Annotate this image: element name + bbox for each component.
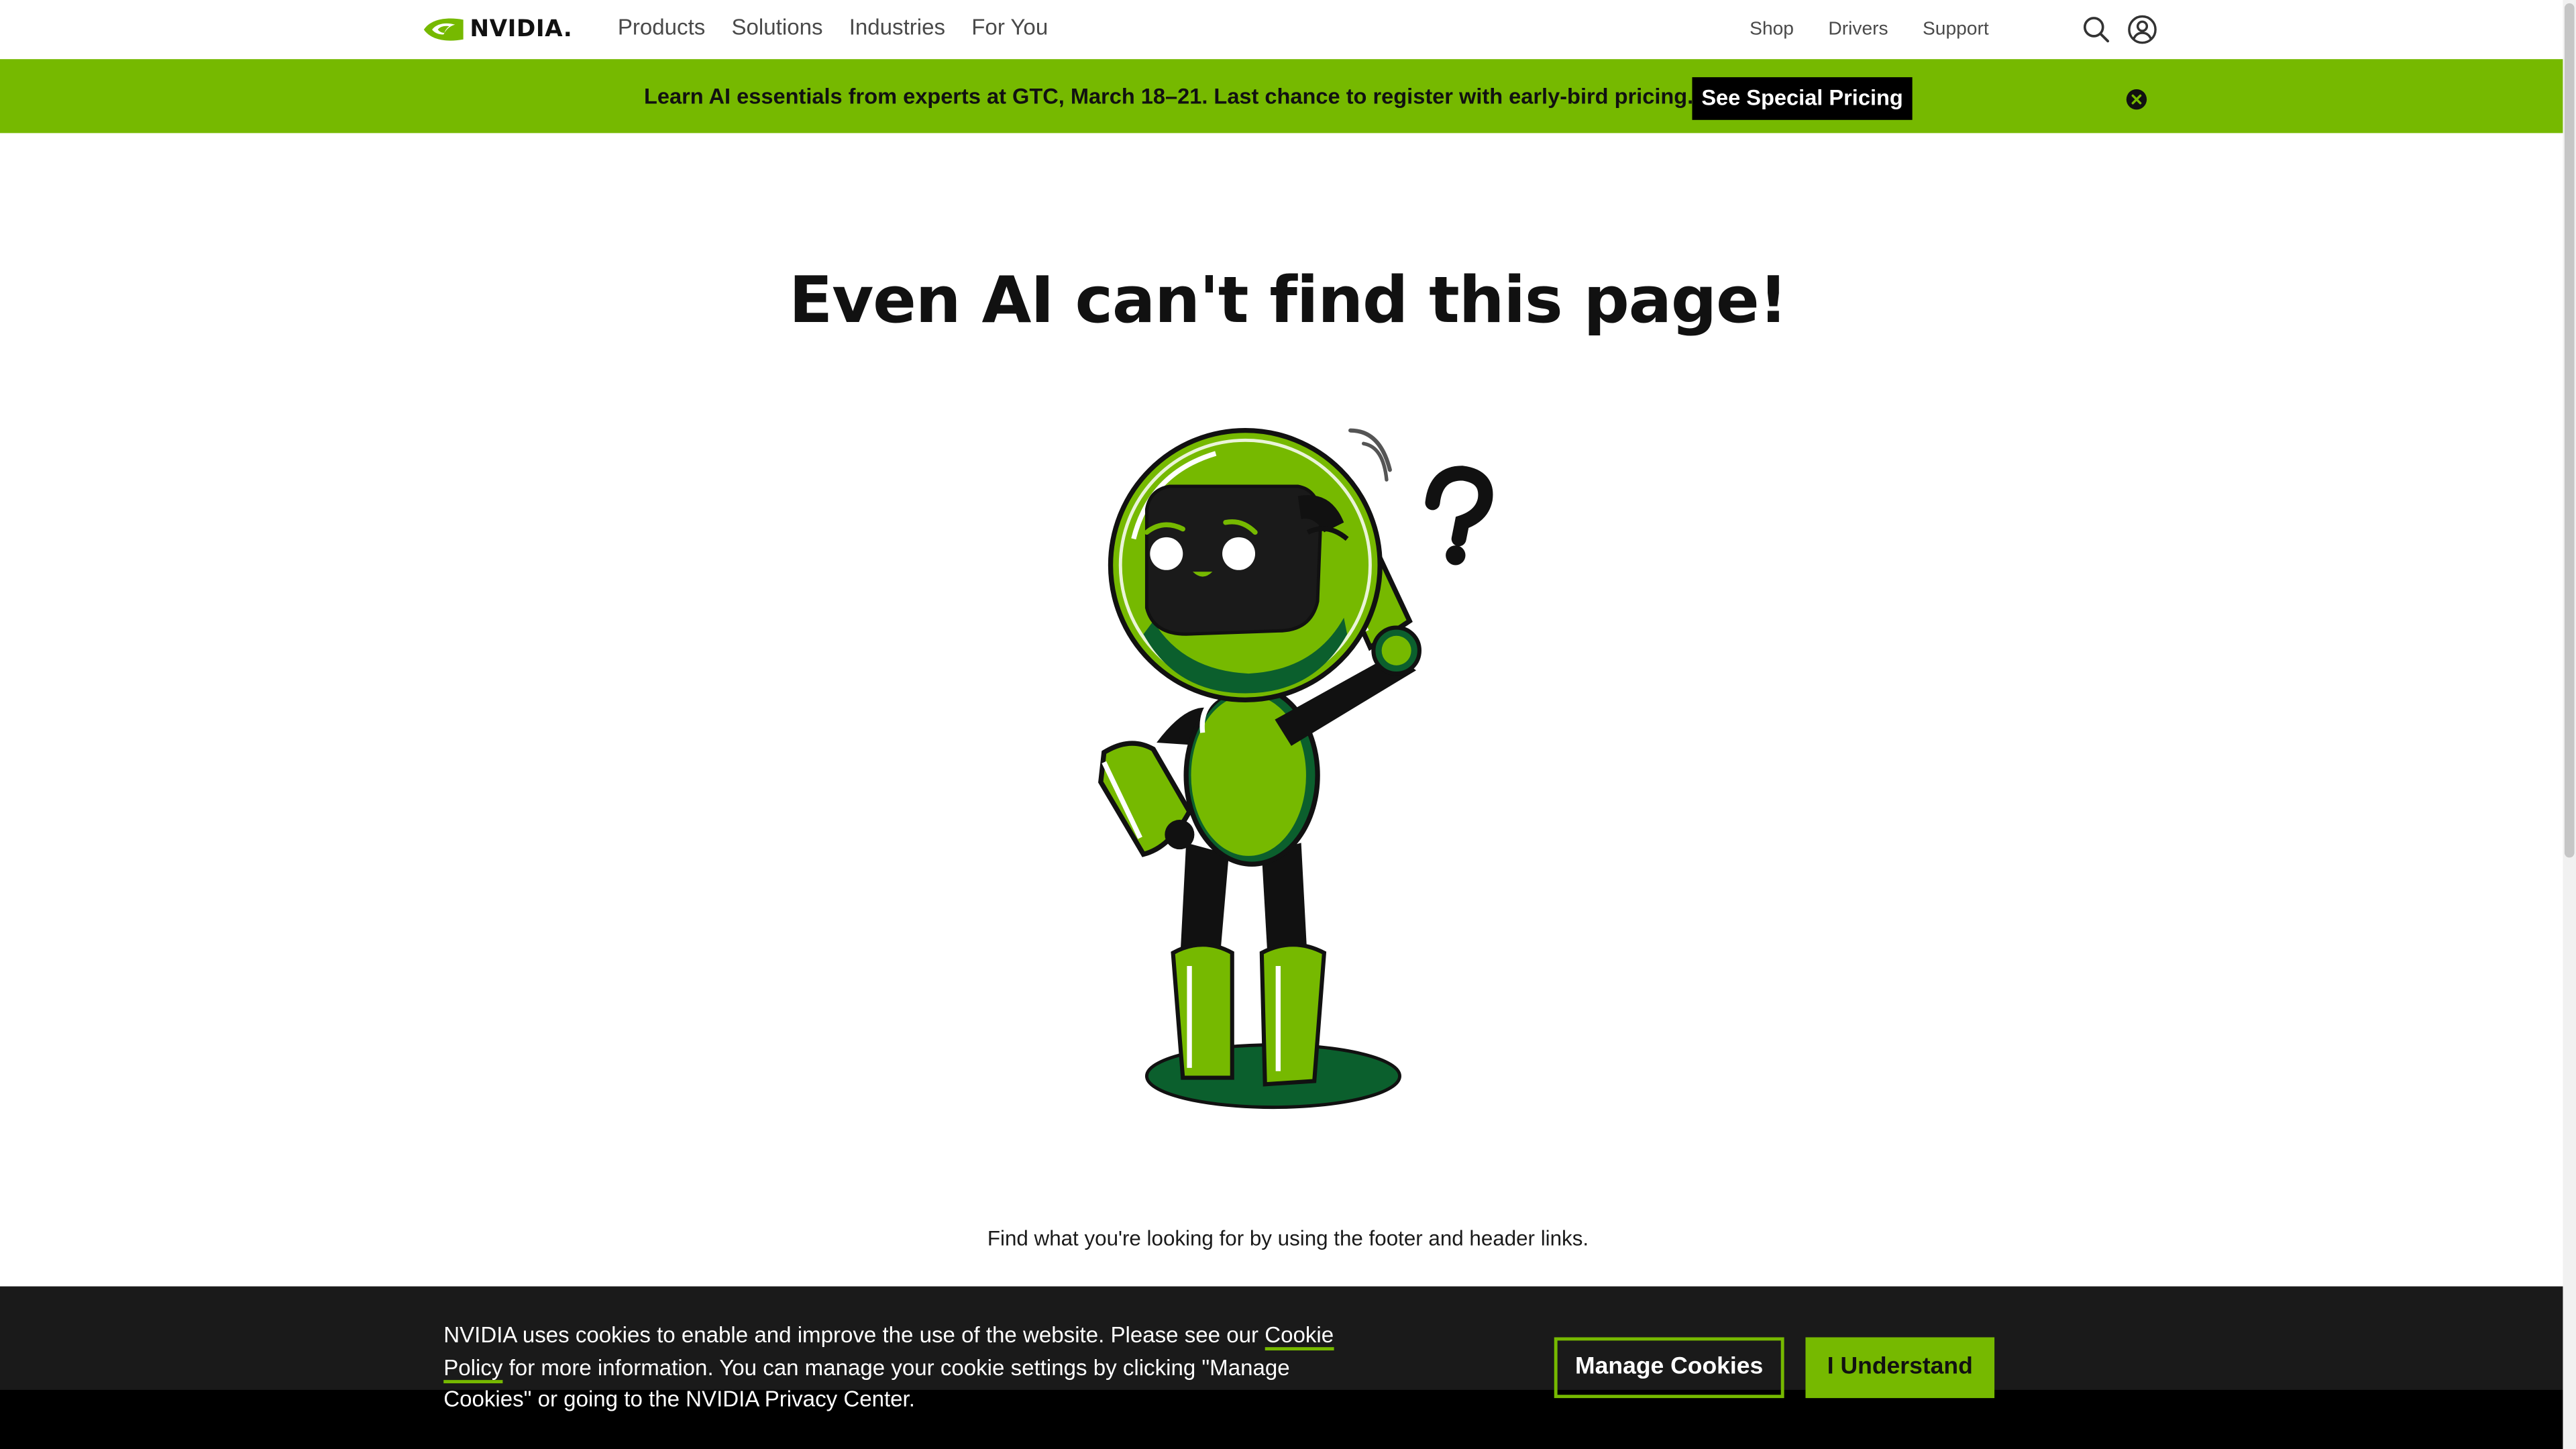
cookie-text-end: for more information. You can manage you… xyxy=(443,1354,1290,1411)
page-title: Even AI can't find this page! xyxy=(789,264,1788,339)
nav-products[interactable]: Products xyxy=(618,13,705,43)
search-icon[interactable] xyxy=(2082,15,2111,44)
see-special-pricing-button[interactable]: See Special Pricing xyxy=(1692,77,1913,120)
nav-shop[interactable]: Shop xyxy=(1750,18,1794,41)
manage-cookies-button[interactable]: Manage Cookies xyxy=(1554,1337,1784,1399)
account-icon[interactable] xyxy=(2127,15,2157,44)
close-circle-icon[interactable] xyxy=(2126,89,2147,110)
primary-nav: Products Solutions Industries For You xyxy=(618,13,1075,43)
page: NVIDIA. Products Solutions Industries Fo… xyxy=(0,0,2576,1449)
utility-nav: Shop Drivers Support xyxy=(1750,18,2023,41)
cookie-text-start: NVIDIA uses cookies to enable and improv… xyxy=(443,1322,1265,1348)
nav-support[interactable]: Support xyxy=(1923,18,1989,41)
confused-robot-illustration xyxy=(1098,427,1493,1110)
nvidia-logo[interactable]: NVIDIA. xyxy=(422,15,572,44)
nav-solutions[interactable]: Solutions xyxy=(731,13,822,43)
nvidia-eye-icon xyxy=(423,18,464,41)
site-header: NVIDIA. Products Solutions Industries Fo… xyxy=(0,0,2563,60)
banner-message: Learn AI essentials from experts at GTC,… xyxy=(644,83,1694,109)
nav-industries[interactable]: Industries xyxy=(849,13,945,43)
promo-banner: Learn AI essentials from experts at GTC,… xyxy=(0,59,2563,133)
nav-for-you[interactable]: For You xyxy=(971,13,1048,43)
scrollbar-thumb[interactable] xyxy=(2564,3,2575,858)
cookie-message: NVIDIA uses cookies to enable and improv… xyxy=(443,1320,1363,1415)
accept-cookies-button[interactable]: I Understand xyxy=(1805,1337,1995,1399)
brand-wordmark: NVIDIA. xyxy=(470,16,573,43)
helper-text: Find what you're looking for by using th… xyxy=(987,1225,1589,1250)
nav-drivers[interactable]: Drivers xyxy=(1828,18,1888,41)
